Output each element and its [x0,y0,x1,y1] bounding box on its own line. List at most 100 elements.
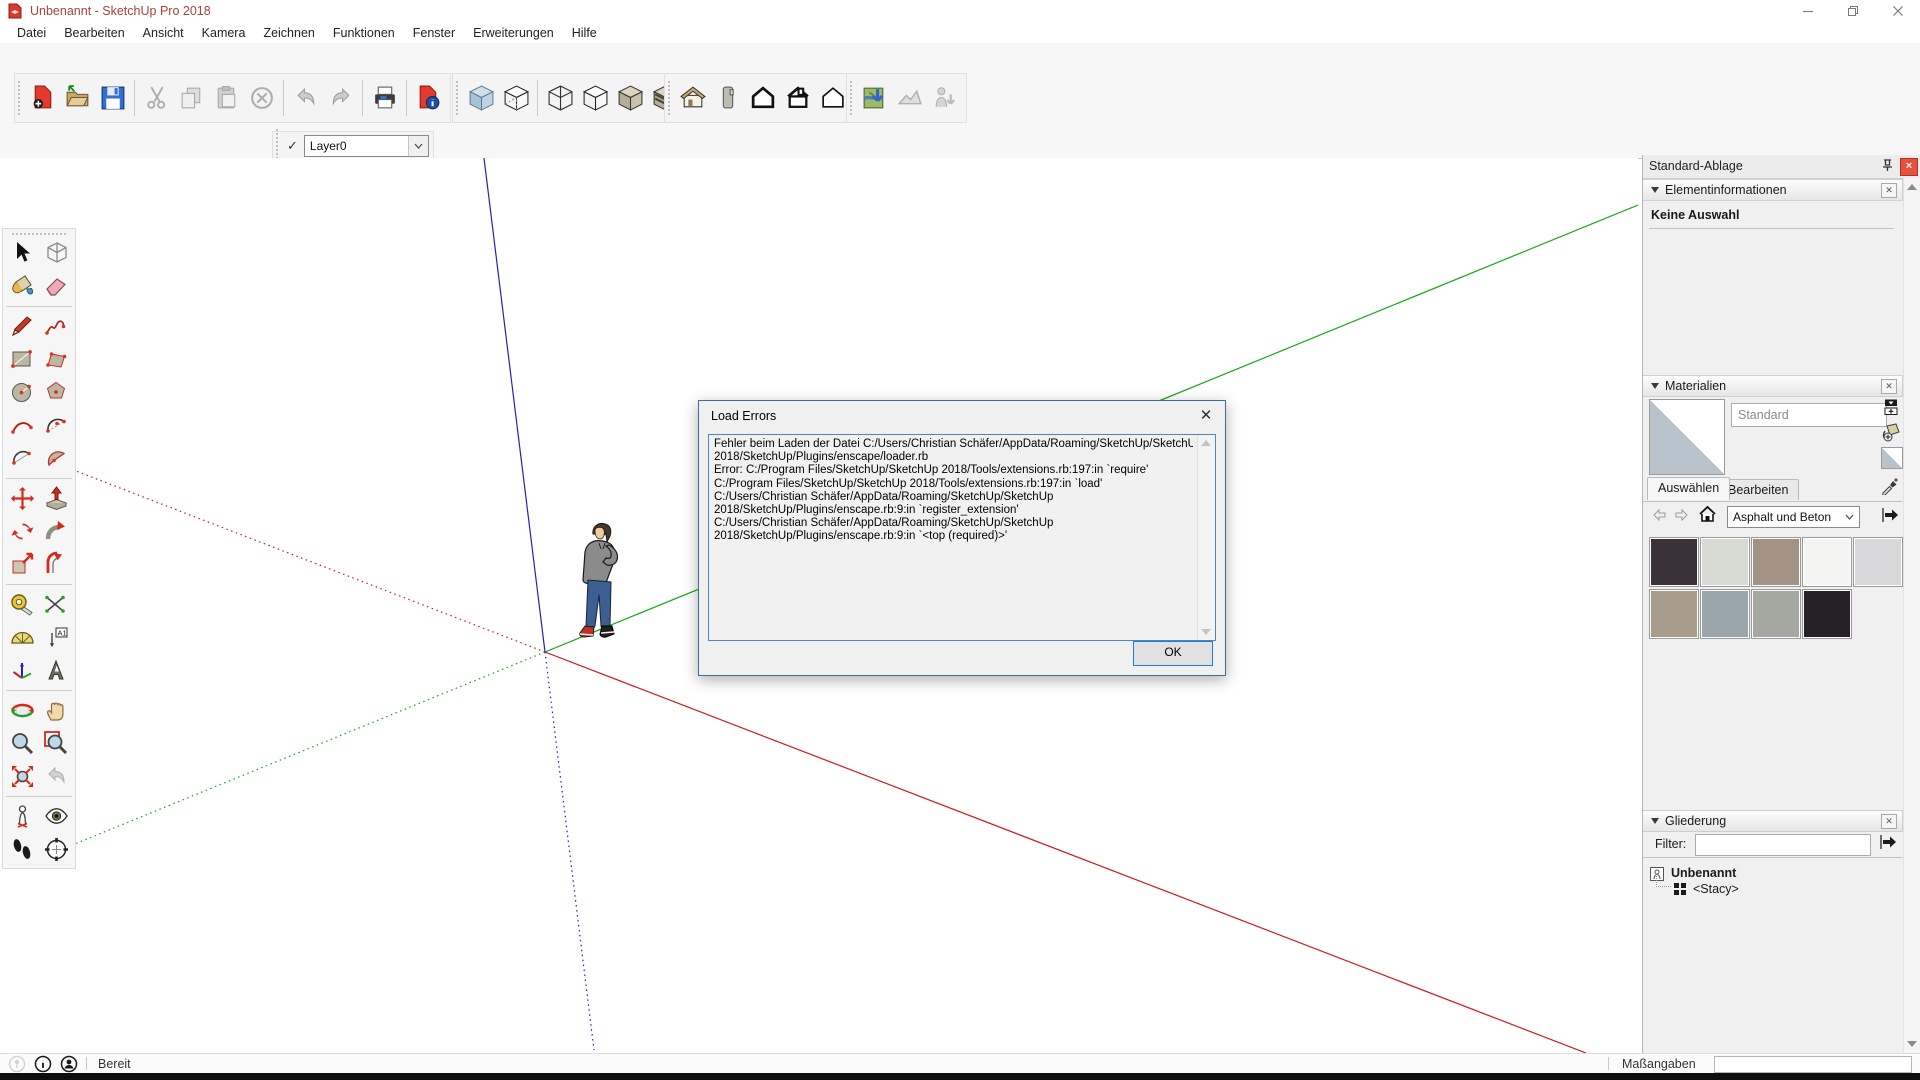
restore-icon[interactable] [1830,0,1875,22]
menu-bearbeiten[interactable]: Bearbeiten [55,24,133,42]
look-around-tool-button[interactable] [39,800,73,833]
filter-arrow-icon[interactable] [1879,833,1897,851]
view-iso-button[interactable] [675,77,710,119]
xray-button[interactable] [463,77,498,119]
collapse-triangle-icon[interactable] [1651,818,1659,824]
details-arrow-icon[interactable] [1881,506,1899,524]
view-right-button[interactable] [780,77,815,119]
text-tool-button[interactable]: A1 [39,621,73,654]
push-pull-tool-button[interactable] [39,482,73,515]
scroll-down-icon[interactable] [1201,629,1211,635]
section-close-icon[interactable]: ✕ [1881,814,1897,829]
position-camera-tool-button[interactable] [5,800,39,833]
credits-info-icon[interactable] [34,1055,52,1073]
tape-measure-tool-button[interactable] [5,588,39,621]
make-component-tool-button[interactable] [39,237,73,270]
material-swatch[interactable] [1751,537,1801,587]
textarea-scrollbar[interactable] [1197,435,1215,640]
model-info-button[interactable] [411,77,446,119]
save-button[interactable] [95,77,130,119]
menu-ansicht[interactable]: Ansicht [134,24,193,42]
menu-fenster[interactable]: Fenster [404,24,464,42]
material-swatch[interactable] [1802,537,1852,587]
material-swatch[interactable] [1853,537,1903,587]
menu-zeichnen[interactable]: Zeichnen [254,24,323,42]
material-swatch[interactable] [1751,589,1801,639]
arc-tool-button[interactable] [39,409,73,442]
print-button[interactable] [367,77,402,119]
pie-tool-button[interactable] [39,442,73,475]
menu-funktionen[interactable]: Funktionen [324,24,404,42]
toolbar-grip[interactable] [455,80,459,116]
new-button[interactable] [25,77,60,119]
outliner-root-item[interactable]: Unbenannt [1671,866,1736,880]
section-close-icon[interactable]: ✕ [1881,183,1897,198]
menu-kamera[interactable]: Kamera [193,24,255,42]
section-entity-info-header[interactable]: Elementinformationen ✕ [1643,179,1903,201]
rotate-tool-button[interactable] [5,515,39,548]
geolocation-icon[interactable] [8,1055,26,1073]
forward-arrow-icon[interactable] [1673,507,1690,523]
menu-erweiterungen[interactable]: Erweiterungen [464,24,563,42]
toolbar-grip[interactable] [667,80,671,116]
close-icon[interactable] [1875,0,1920,22]
tab-select[interactable]: Auswählen [1647,477,1730,500]
outliner-child-item[interactable]: <Stacy> [1693,882,1739,896]
collapse-triangle-icon[interactable] [1651,383,1659,389]
toolbar-grip[interactable] [17,80,21,116]
chevron-down-icon[interactable] [408,136,428,156]
menu-hilfe[interactable]: Hilfe [563,24,606,42]
measurements-field[interactable] [1714,1056,1912,1073]
view-front-button[interactable] [745,77,780,119]
follow-me-tool-button[interactable] [39,515,73,548]
material-swatch[interactable] [1649,589,1699,639]
rectangle-tool-button[interactable] [5,343,39,376]
back-arrow-icon[interactable] [1651,507,1668,523]
freehand-tool-button[interactable] [39,310,73,343]
3d-text-tool-button[interactable] [39,654,73,687]
filter-input[interactable] [1695,834,1871,856]
tray-scrollbar[interactable] [1903,178,1920,1053]
protractor-tool-button[interactable] [5,621,39,654]
scroll-up-icon[interactable] [1907,184,1917,190]
material-swatch[interactable] [1700,589,1750,639]
eraser-tool-button[interactable] [39,270,73,303]
tray-close-icon[interactable]: × [1900,158,1918,176]
material-swatch[interactable] [1649,537,1699,587]
pan-tool-button[interactable] [39,694,73,727]
material-name-field[interactable]: Standard [1731,403,1887,427]
scroll-up-icon[interactable] [1201,440,1211,446]
chevron-down-icon[interactable] [1840,507,1859,527]
material-swatch[interactable] [1802,589,1852,639]
material-collection-dropdown[interactable]: Asphalt und Beton [1727,506,1860,528]
palette-grip[interactable] [11,232,67,236]
error-text-area[interactable]: Fehler beim Laden der Datei C:/Users/Chr… [708,434,1216,641]
rotated-rectangle-tool-button[interactable] [39,343,73,376]
hidden-line-button[interactable] [577,77,612,119]
section-plane-tool-button[interactable] [39,833,73,866]
orbit-tool-button[interactable] [5,694,39,727]
secondary-pane-icon[interactable] [1884,399,1899,416]
back-edges-button[interactable] [498,77,533,119]
sign-in-user-icon[interactable] [60,1055,78,1073]
scroll-down-icon[interactable] [1907,1041,1917,1047]
line-tool-button[interactable] [5,310,39,343]
dialog-titlebar[interactable]: Load Errors ✕ [699,401,1225,431]
menu-datei[interactable]: Datei [8,24,55,42]
open-button[interactable] [60,77,95,119]
view-back-button[interactable] [815,77,850,119]
wireframe-button[interactable] [542,77,577,119]
dimension-tool-button[interactable] [39,588,73,621]
offset-tool-button[interactable] [39,548,73,581]
arc-2point-tool-button[interactable] [5,409,39,442]
home-icon[interactable] [1698,505,1717,523]
material-sample-thumb[interactable] [1881,447,1903,469]
shaded-button[interactable] [612,77,647,119]
arc-3point-tool-button[interactable] [5,442,39,475]
layer-dropdown[interactable]: Layer0 [304,135,429,157]
axes-tool-button[interactable] [5,654,39,687]
zoom-extents-tool-button[interactable] [5,760,39,793]
pin-icon[interactable] [1882,159,1893,172]
scale-tool-button[interactable] [5,548,39,581]
minimize-icon[interactable] [1785,0,1830,22]
